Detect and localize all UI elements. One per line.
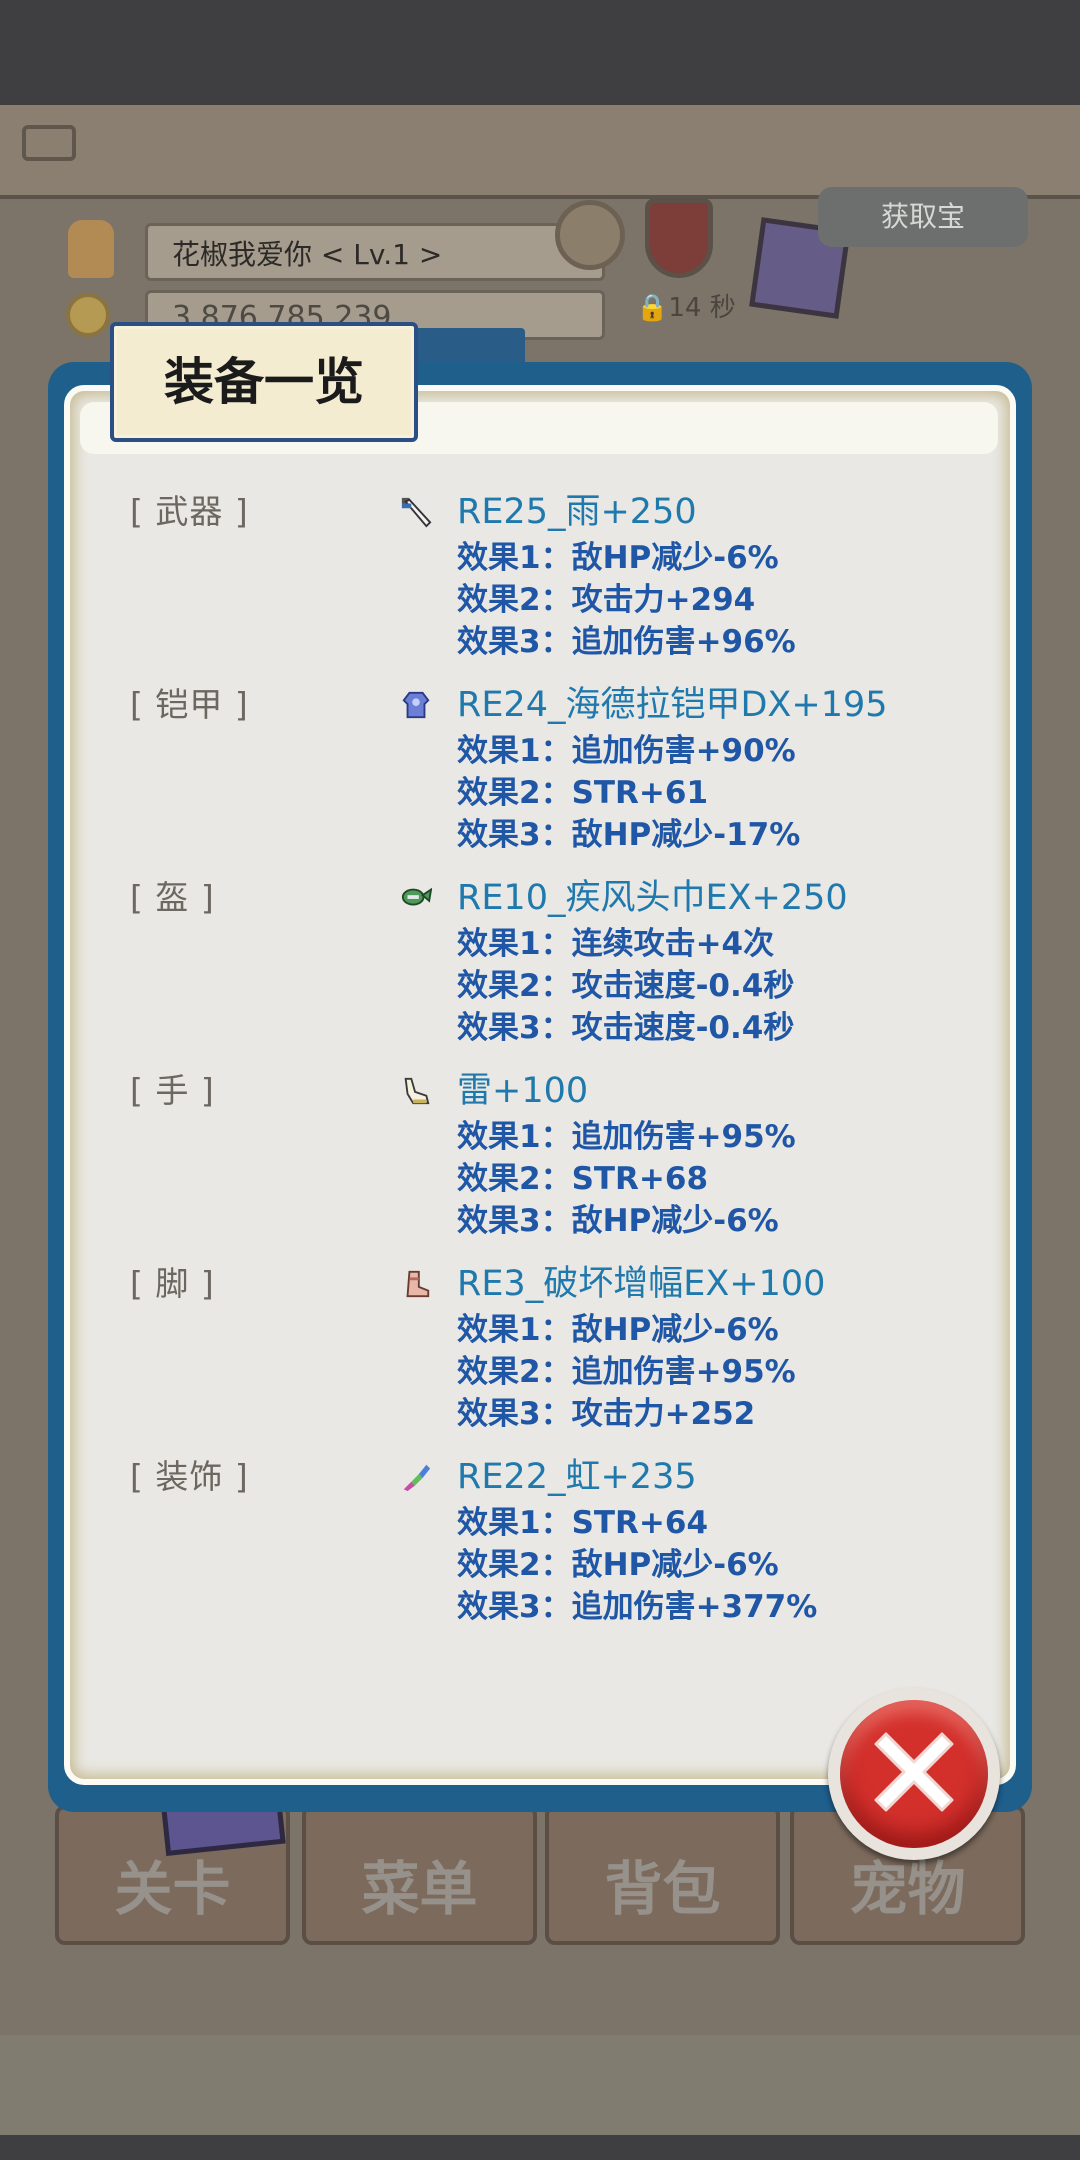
item-effect: 效果3：追加伤害+377% bbox=[457, 1589, 818, 1625]
orb-icon bbox=[555, 200, 625, 270]
shield-icon bbox=[645, 198, 713, 278]
lock-icon: 🔒 bbox=[636, 293, 669, 323]
item-effect: 效果1：追加伤害+95% bbox=[457, 1119, 796, 1155]
item-effect: 效果3：追加伤害+96% bbox=[457, 624, 796, 660]
item-effect: 效果1：敌HP减少-6% bbox=[457, 540, 779, 576]
equipment-slot-weapon[interactable]: [ 武器 ] RE25_雨+250 效果1：敌HP减少-6% 效果2：攻击力+2… bbox=[130, 490, 1010, 680]
item-effect: 效果3：攻击力+252 bbox=[457, 1396, 756, 1432]
timer-value: 14 秒 bbox=[668, 293, 736, 323]
slot-label: [ 装饰 ] bbox=[130, 1457, 249, 1496]
item-effect: 效果1：追加伤害+90% bbox=[457, 733, 796, 769]
item-effect: 效果2：STR+68 bbox=[457, 1161, 709, 1197]
close-button[interactable] bbox=[828, 1688, 1000, 1860]
sword-icon bbox=[400, 496, 432, 528]
timer-text: 🔒14 秒 bbox=[636, 290, 766, 326]
item-effect: 效果3：敌HP减少-17% bbox=[457, 817, 801, 853]
item-effect: 效果2：攻击速度-0.4秒 bbox=[457, 968, 795, 1004]
dialog-title: 装备一览 bbox=[164, 353, 364, 411]
helmet-icon bbox=[400, 882, 432, 914]
item-effect: 效果1：敌HP减少-6% bbox=[457, 1312, 779, 1348]
slot-label: [ 手 ] bbox=[130, 1071, 215, 1110]
item-name: RE22_虹+235 bbox=[457, 1457, 697, 1497]
accessory-icon bbox=[400, 1461, 432, 1493]
equipment-slot-armor[interactable]: [ 铠甲 ] RE24_海德拉铠甲DX+195 效果1：追加伤害+90% 效果2… bbox=[130, 683, 1010, 873]
tab-bag: 背包 bbox=[545, 1805, 780, 1945]
item-name: RE3_破坏增幅EX+100 bbox=[457, 1264, 826, 1304]
slot-label: [ 盔 ] bbox=[130, 878, 215, 917]
glove-icon bbox=[400, 1075, 432, 1107]
slot-label: [ 铠甲 ] bbox=[130, 685, 249, 724]
item-name: RE25_雨+250 bbox=[457, 492, 697, 532]
wall-frame bbox=[0, 105, 1080, 199]
equipment-slot-hand[interactable]: [ 手 ] 雷+100 效果1：追加伤害+95% 效果2：STR+68 效果3：… bbox=[130, 1069, 1010, 1259]
equipment-slot-helmet[interactable]: [ 盔 ] RE10_疾风头巾EX+250 效果1：连续攻击+4次 效果2：攻击… bbox=[130, 876, 1010, 1066]
tab-menu: 菜单 bbox=[302, 1805, 537, 1945]
player-avatar bbox=[68, 220, 114, 278]
slot-label: [ 武器 ] bbox=[130, 492, 249, 531]
player-name: 花椒我爱你 < Lv.1 > bbox=[145, 223, 605, 281]
item-effect: 效果3：敌HP减少-6% bbox=[457, 1203, 779, 1239]
item-effect: 效果2：敌HP减少-6% bbox=[457, 1547, 779, 1583]
item-name: 雷+100 bbox=[457, 1071, 589, 1111]
slot-label: [ 脚 ] bbox=[130, 1264, 215, 1303]
coin-icon bbox=[66, 293, 110, 337]
item-effect: 效果3：攻击速度-0.4秒 bbox=[457, 1010, 795, 1046]
close-icon bbox=[874, 1732, 954, 1812]
equipment-slot-accessory[interactable]: [ 装饰 ] RE22_虹+235 效果1：STR+64 效果2：敌HP减少-6… bbox=[130, 1455, 1010, 1645]
item-name: RE10_疾风头巾EX+250 bbox=[457, 878, 848, 918]
item-effect: 效果1：连续攻击+4次 bbox=[457, 926, 775, 962]
armor-icon bbox=[400, 689, 432, 721]
wall-notch bbox=[22, 125, 76, 161]
item-effect: 效果2：追加伤害+95% bbox=[457, 1354, 796, 1390]
item-effect: 效果2：攻击力+294 bbox=[457, 582, 756, 618]
item-name: RE24_海德拉铠甲DX+195 bbox=[457, 685, 888, 725]
get-treasure-button: 获取宝 bbox=[818, 187, 1028, 247]
item-effect: 效果2：STR+61 bbox=[457, 775, 709, 811]
boot-icon bbox=[400, 1268, 432, 1300]
equipment-slot-foot[interactable]: [ 脚 ] RE3_破坏增幅EX+100 效果1：敌HP减少-6% 效果2：追加… bbox=[130, 1262, 1010, 1452]
item-effect: 效果1：STR+64 bbox=[457, 1505, 709, 1541]
